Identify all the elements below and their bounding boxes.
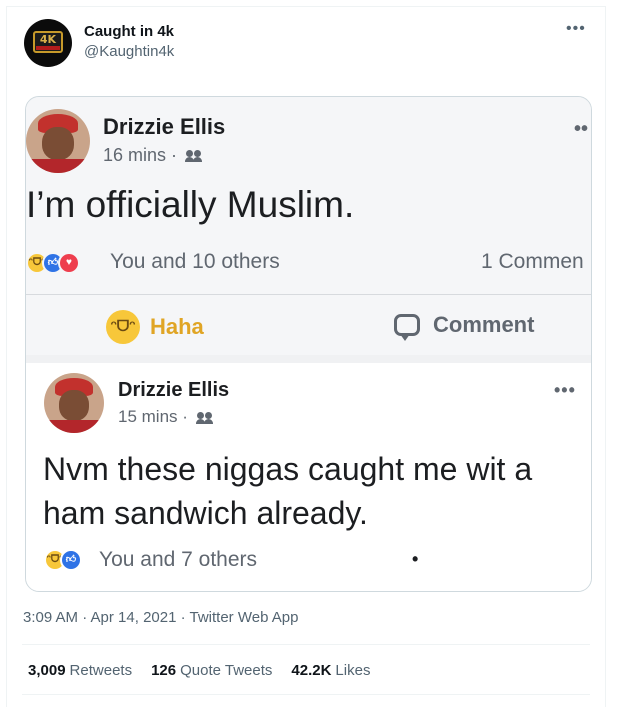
retweets-stat[interactable]: 3,009 Retweets xyxy=(28,662,132,679)
4k-logo-icon: 4K xyxy=(33,31,63,53)
fb-reaction-icons: ᵔᗜᵔ 👍︎ ♥ xyxy=(26,252,80,274)
quote-tweets-stat[interactable]: 126 Quote Tweets xyxy=(151,662,272,679)
fb-post-text: Nvm these niggas caught me wit a ham san… xyxy=(43,451,533,531)
tweet-media-image[interactable]: Drizzie Ellis 16 mins · •• I’m officiall… xyxy=(25,96,592,592)
fb-poster-name: Drizzie Ellis xyxy=(103,114,226,139)
fb-poster-name: Drizzie Ellis xyxy=(118,379,230,401)
tweet-stats: 3,009 Retweets 126 Quote Tweets 42.2K Likes xyxy=(28,662,370,679)
fb-more-icon: ••• xyxy=(554,380,576,400)
haha-icon: ᵔᗜᵔ xyxy=(106,310,140,344)
divider xyxy=(22,644,590,645)
fb-reactors-text: You and 7 others xyxy=(99,548,258,571)
like-icon: 👍︎ xyxy=(60,549,82,571)
fb-comment-count: 1 Commen xyxy=(481,250,584,273)
fb-post-time: 16 mins · xyxy=(103,145,203,166)
avatar-badge-text: 4K xyxy=(39,33,57,46)
friends-icon xyxy=(195,411,214,424)
fb-avatar xyxy=(44,373,104,433)
fb-haha-label: Haha xyxy=(150,314,204,339)
more-options-icon[interactable]: ••• xyxy=(566,20,586,38)
divider xyxy=(22,694,590,695)
fb-post-first: Drizzie Ellis 16 mins · •• I’m officiall… xyxy=(26,97,591,355)
fb-avatar xyxy=(26,109,90,173)
love-icon: ♥ xyxy=(58,252,80,274)
fb-reactors-text: You and 10 others xyxy=(110,250,280,273)
comment-icon xyxy=(394,314,420,341)
fb-more-icon: •• xyxy=(574,118,589,140)
likes-stat[interactable]: 42.2K Likes xyxy=(291,662,370,679)
author-handle[interactable]: @Kaughtin4k xyxy=(84,43,174,60)
fb-post-second: Drizzie Ellis 15 mins · ••• Nvm these ni… xyxy=(26,363,591,591)
fb-dot: • xyxy=(412,549,419,569)
friends-icon xyxy=(185,150,203,163)
fb-reaction-icons: ᵔᗜᵔ 👍︎ xyxy=(44,549,82,571)
fb-comment-button: Comment xyxy=(394,312,535,341)
fb-post-time: 15 mins · xyxy=(118,407,214,427)
tweet-timestamp[interactable]: 3:09 AM · Apr 14, 2021 · Twitter Web App xyxy=(23,609,298,626)
author-avatar[interactable]: 4K xyxy=(24,19,72,67)
fb-comment-label: Comment xyxy=(433,312,535,337)
fb-haha-button: ᵔᗜᵔ Haha xyxy=(106,310,204,344)
fb-post-text: I’m officially Muslim. xyxy=(26,184,355,225)
fb-divider xyxy=(26,294,591,295)
author-name[interactable]: Caught in 4k xyxy=(84,23,174,40)
